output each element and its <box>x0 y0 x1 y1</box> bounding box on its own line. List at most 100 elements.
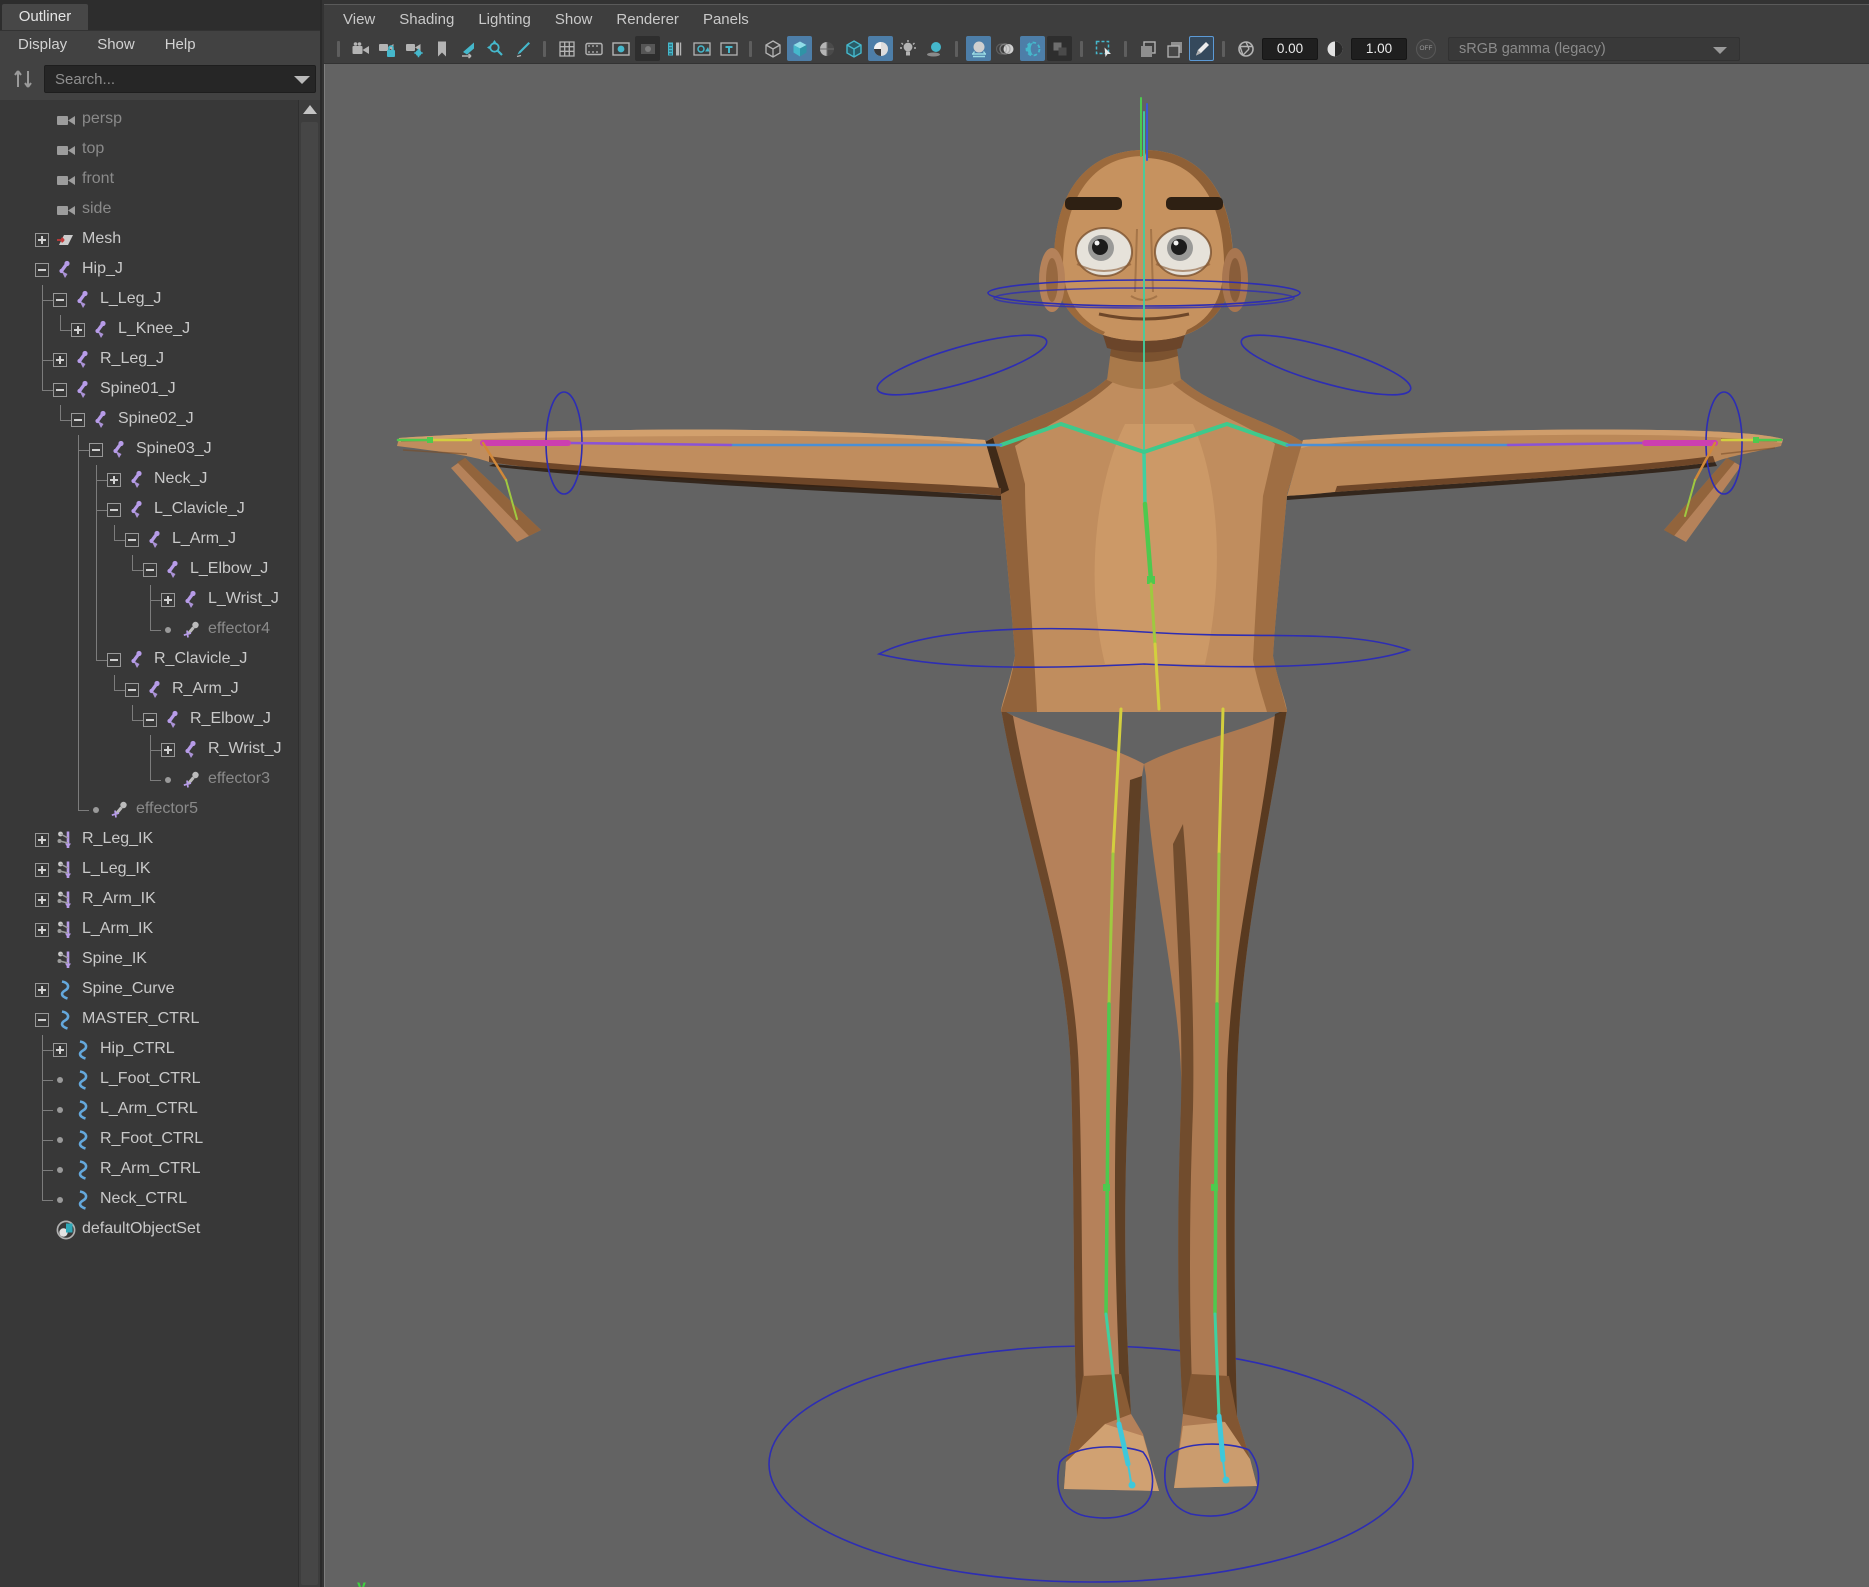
tree-row-MASTER_CTRL[interactable]: MASTER_CTRL <box>0 1005 300 1035</box>
search-dropdown-arrow[interactable] <box>294 76 310 84</box>
shaded-icon[interactable] <box>787 36 812 61</box>
outliner-menu-show[interactable]: Show <box>97 36 135 53</box>
collapse-toggle[interactable] <box>71 413 85 427</box>
collapse-toggle[interactable] <box>107 653 121 667</box>
select-camera-icon[interactable] <box>348 36 373 61</box>
tree-label[interactable]: L_Elbow_J <box>190 560 268 578</box>
collapse-toggle[interactable] <box>107 503 121 517</box>
tree-row-L_Elbow_J[interactable]: L_Elbow_J <box>0 555 300 585</box>
tree-row-L_Knee_J[interactable]: L_Knee_J <box>0 315 300 345</box>
collapse-toggle[interactable] <box>35 263 49 277</box>
expand-toggle[interactable] <box>53 1043 67 1057</box>
tree-label[interactable]: R_Wrist_J <box>208 740 282 758</box>
collapse-toggle[interactable] <box>143 713 157 727</box>
tree-label[interactable]: R_Leg_J <box>100 350 164 368</box>
wire-on-shaded-icon[interactable] <box>841 36 866 61</box>
grid-icon[interactable] <box>554 36 579 61</box>
safe-title-icon[interactable] <box>716 36 741 61</box>
tree-row-R_Elbow_J[interactable]: R_Elbow_J <box>0 705 300 735</box>
tree-label[interactable]: Spine02_J <box>118 410 194 428</box>
tree-label[interactable]: Hip_CTRL <box>100 1040 175 1058</box>
tree-row-R_Foot_CTRL[interactable]: R_Foot_CTRL <box>0 1125 300 1155</box>
expand-toggle[interactable] <box>161 593 175 607</box>
viewport-menu-shading[interactable]: Shading <box>399 11 454 28</box>
expand-toggle[interactable] <box>35 983 49 997</box>
xray-joints-icon[interactable] <box>1162 36 1187 61</box>
tree-row-side[interactable]: side <box>0 195 300 225</box>
tree-label[interactable]: L_Wrist_J <box>208 590 279 608</box>
tree-label[interactable]: Spine_IK <box>82 950 147 968</box>
exposure-field[interactable]: 0.00 <box>1262 38 1318 60</box>
isolate-select-icon[interactable] <box>1091 36 1116 61</box>
tree-row-Spine03_J[interactable]: Spine03_J <box>0 435 300 465</box>
tree-row-Hip_CTRL[interactable]: Hip_CTRL <box>0 1035 300 1065</box>
tree-label[interactable]: Spine01_J <box>100 380 176 398</box>
tree-row-L_Leg_J[interactable]: L_Leg_J <box>0 285 300 315</box>
tree-row-persp[interactable]: persp <box>0 105 300 135</box>
tree-row-Mesh[interactable]: Mesh <box>0 225 300 255</box>
tree-label[interactable]: Neck_J <box>154 470 207 488</box>
tree-label[interactable]: L_Knee_J <box>118 320 190 338</box>
viewport-menu-view[interactable]: View <box>343 11 375 28</box>
tree-row-R_Arm_J[interactable]: R_Arm_J <box>0 675 300 705</box>
tree-row-L_Leg_IK[interactable]: L_Leg_IK <box>0 855 300 885</box>
textured-icon[interactable] <box>868 36 893 61</box>
tree-label[interactable]: L_Leg_IK <box>82 860 151 878</box>
collapse-toggle[interactable] <box>53 293 67 307</box>
expand-toggle[interactable] <box>71 323 85 337</box>
tree-label[interactable]: Neck_CTRL <box>100 1190 187 1208</box>
tree-row-Spine01_J[interactable]: Spine01_J <box>0 375 300 405</box>
tree-label[interactable]: effector4 <box>208 620 270 638</box>
scrollbar-thumb[interactable] <box>301 122 318 1585</box>
tree-label[interactable]: L_Leg_J <box>100 290 161 308</box>
tree-label[interactable]: effector3 <box>208 770 270 788</box>
safe-action-icon[interactable] <box>689 36 714 61</box>
collapse-toggle[interactable] <box>125 683 139 697</box>
colorspace-dropdown[interactable]: sRGB gamma (legacy) <box>1448 37 1740 61</box>
outliner-tab[interactable]: Outliner <box>2 4 88 30</box>
exposure-icon-icon[interactable] <box>1233 36 1258 61</box>
default-material-icon[interactable] <box>814 36 839 61</box>
tree-label[interactable]: R_Elbow_J <box>190 710 271 728</box>
scrollbar-up-arrow[interactable] <box>303 105 317 114</box>
anti-alias-icon[interactable] <box>1020 36 1045 61</box>
tree-row-Hip_J[interactable]: Hip_J <box>0 255 300 285</box>
tree-label[interactable]: L_Arm_IK <box>82 920 153 938</box>
collapse-toggle[interactable] <box>143 563 157 577</box>
tree-row-defaultObjectSet[interactable]: defaultObjectSet <box>0 1215 300 1245</box>
tree-label[interactable]: L_Arm_J <box>172 530 236 548</box>
highlight-pen-icon[interactable] <box>1189 36 1214 61</box>
tree-label[interactable]: R_Leg_IK <box>82 830 153 848</box>
tree-row-L_Arm_IK[interactable]: L_Arm_IK <box>0 915 300 945</box>
wireframe-icon[interactable] <box>760 36 785 61</box>
tree-label[interactable]: side <box>82 200 111 218</box>
tree-row-top[interactable]: top <box>0 135 300 165</box>
tree-row-R_Arm_CTRL[interactable]: R_Arm_CTRL <box>0 1155 300 1185</box>
expand-toggle[interactable] <box>35 833 49 847</box>
depth-field-icon[interactable] <box>1047 36 1072 61</box>
filter-icon[interactable] <box>10 66 36 92</box>
tree-label[interactable]: R_Arm_J <box>172 680 239 698</box>
xray-icon[interactable] <box>1135 36 1160 61</box>
tree-label[interactable]: R_Arm_CTRL <box>100 1160 200 1178</box>
tree-row-R_Wrist_J[interactable]: R_Wrist_J <box>0 735 300 765</box>
tree-label[interactable]: Spine03_J <box>136 440 212 458</box>
tree-row-effector3[interactable]: effector3 <box>0 765 300 795</box>
tree-label[interactable]: effector5 <box>136 800 198 818</box>
collapse-toggle[interactable] <box>53 383 67 397</box>
expand-toggle[interactable] <box>161 743 175 757</box>
collapse-toggle[interactable] <box>125 533 139 547</box>
viewport-3d-canvas[interactable]: y <box>324 64 1869 1587</box>
tree-label[interactable]: L_Foot_CTRL <box>100 1070 201 1088</box>
tree-row-R_Arm_IK[interactable]: R_Arm_IK <box>0 885 300 915</box>
res-gate-icon[interactable] <box>608 36 633 61</box>
gate-mask-icon[interactable] <box>635 36 660 61</box>
outliner-menu-help[interactable]: Help <box>165 36 196 53</box>
tree-label[interactable]: R_Arm_IK <box>82 890 156 908</box>
expand-toggle[interactable] <box>53 353 67 367</box>
viewport-menu-lighting[interactable]: Lighting <box>478 11 531 28</box>
gamma-field[interactable]: 1.00 <box>1351 38 1407 60</box>
tree-row-Spine_Curve[interactable]: Spine_Curve <box>0 975 300 1005</box>
tree-label[interactable]: Hip_J <box>82 260 123 278</box>
field-chart-icon[interactable] <box>662 36 687 61</box>
